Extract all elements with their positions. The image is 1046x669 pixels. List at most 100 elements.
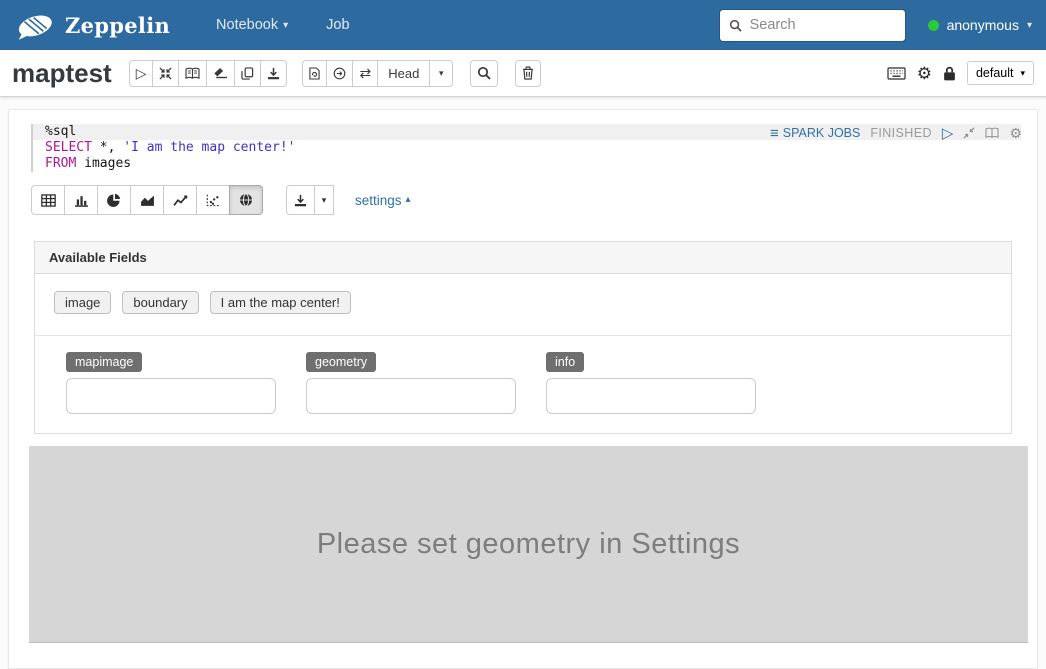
commit-version-button[interactable] (302, 60, 327, 87)
search-icon (729, 19, 742, 32)
map-canvas: Please set geometry in Settings (29, 446, 1028, 643)
pie-chart-icon (107, 193, 121, 207)
dropzone-input-geometry[interactable] (306, 378, 516, 414)
toggle-code-button[interactable] (152, 60, 179, 87)
table-icon (41, 194, 56, 207)
field-chip[interactable]: boundary (122, 291, 198, 314)
clone-icon (241, 67, 254, 80)
dropzone-input-info[interactable] (546, 378, 756, 414)
eraser-icon (213, 67, 228, 79)
download-data-button[interactable] (286, 185, 315, 215)
file-version-icon (309, 67, 320, 80)
code-line[interactable]: SELECT *, 'I am the map center!' (33, 140, 1021, 156)
viz-button-line-chart[interactable] (163, 185, 197, 215)
search-icon (477, 66, 491, 80)
viz-button-scatter-chart[interactable] (196, 185, 230, 215)
version-control-group: ⇄ Head ▾ (302, 60, 453, 87)
fields-panel: Available Fields image boundary I am the m… (34, 241, 1012, 434)
revert-circle-icon (333, 67, 346, 80)
shortcuts-keyboard-icon[interactable] (887, 67, 906, 80)
note-toolbar: maptest ▷ (0, 50, 1046, 97)
search-code-button[interactable] (470, 60, 498, 87)
paragraph-state-badge: FINISHED (870, 126, 932, 140)
book-icon (985, 127, 999, 139)
caret-down-icon: ▾ (439, 69, 444, 78)
paragraph-status-row: ≡ SPARK JOBS FINISHED ▷ ⚙ (770, 124, 1022, 142)
user-menu[interactable]: anonymous ▾ (928, 17, 1032, 33)
viz-button-map-globe[interactable] (229, 185, 263, 215)
brand-name: Zeppelin (65, 13, 170, 38)
user-name: anonymous (947, 17, 1019, 33)
run-all-button[interactable]: ▷ (129, 60, 154, 87)
viz-button-pie-chart[interactable] (97, 185, 131, 215)
search-input[interactable] (748, 16, 896, 34)
book-icon (185, 67, 200, 80)
paragraph-settings-gear-icon[interactable]: ⚙ (1009, 126, 1022, 140)
show-editor-button[interactable] (985, 127, 999, 139)
note-actions-group: ▷ (129, 60, 288, 87)
zeppelin-brand[interactable]: Zeppelin (14, 10, 170, 40)
set-revision-button[interactable] (326, 60, 353, 87)
toggle-output-button[interactable] (178, 60, 207, 87)
nav-item-notebook[interactable]: Notebook ▾ (216, 17, 288, 33)
download-data-group: ▾ (286, 185, 334, 215)
viz-button-table[interactable] (31, 185, 65, 215)
dropzone-input-mapimage[interactable] (66, 378, 276, 414)
note-title[interactable]: maptest (12, 58, 112, 89)
map-placeholder-message: Please set geometry in Settings (317, 528, 740, 561)
user-status-dot (928, 20, 939, 31)
compress-icon (963, 127, 975, 139)
viz-button-area-chart[interactable] (130, 185, 164, 215)
remove-note-button[interactable] (515, 60, 541, 87)
scatter-chart-icon (206, 194, 221, 207)
caret-down-icon: ▾ (322, 196, 327, 205)
nav-item-job[interactable]: Job (326, 17, 349, 33)
run-paragraph-button[interactable]: ▷ (942, 124, 954, 142)
dropzone-label: geometry (306, 352, 376, 372)
chart-type-group (31, 185, 263, 215)
zeppelin-logo-icon (14, 10, 56, 40)
code-line[interactable]: FROM images (33, 156, 1021, 172)
area-chart-icon (140, 194, 155, 207)
trash-icon (522, 66, 534, 80)
dropzone-info: info (546, 352, 756, 414)
dropzones-row: mapimage geometry info (35, 336, 1011, 433)
available-fields-row: image boundary I am the map center! (35, 274, 1011, 336)
chevron-down-icon: ▾ (283, 20, 288, 31)
revision-head-button[interactable]: Head (377, 60, 430, 87)
collapse-paragraph-button[interactable] (963, 127, 975, 139)
line-chart-icon (173, 194, 188, 207)
navbar-search-box[interactable] (719, 9, 906, 42)
bar-chart-icon (74, 194, 89, 207)
viz-button-bar-chart[interactable] (64, 185, 98, 215)
list-icon: ≡ (770, 125, 779, 142)
paragraph-card: ≡ SPARK JOBS FINISHED ▷ ⚙ %sqlSELECT *, … (8, 109, 1038, 669)
field-chip[interactable]: image (54, 291, 111, 314)
top-navbar: Zeppelin Notebook ▾ Job anonymous ▾ (0, 0, 1046, 50)
revision-dropdown-caret[interactable]: ▾ (429, 60, 453, 87)
permissions-lock-icon[interactable] (943, 66, 956, 81)
play-icon: ▷ (942, 124, 954, 142)
caret-down-icon: ▾ (1020, 69, 1025, 78)
field-chip[interactable]: I am the map center! (210, 291, 351, 314)
compress-icon (159, 67, 172, 80)
interpreter-gear-icon[interactable]: ⚙ (917, 65, 932, 82)
export-note-button[interactable] (260, 60, 287, 87)
settings-toggle-link[interactable]: settings ▴ (355, 193, 411, 208)
dropzone-label: mapimage (66, 352, 142, 372)
clear-output-button[interactable] (206, 60, 235, 87)
display-mode-dropdown[interactable]: default ▾ (967, 61, 1034, 85)
visualization-row: ▾ settings ▴ (31, 185, 1021, 215)
fields-panel-title: Available Fields (35, 242, 1011, 274)
dropzone-geometry: geometry (306, 352, 516, 414)
globe-icon (239, 193, 253, 207)
dropzone-mapimage: mapimage (66, 352, 276, 414)
download-icon (267, 67, 280, 80)
download-icon (294, 194, 307, 207)
spark-jobs-link[interactable]: ≡ SPARK JOBS (770, 125, 860, 142)
download-dropdown-caret[interactable]: ▾ (314, 185, 334, 215)
dropzone-label: info (546, 352, 584, 372)
chevron-down-icon: ▾ (1027, 20, 1032, 31)
compare-revisions-button[interactable]: ⇄ (352, 60, 378, 87)
clone-note-button[interactable] (234, 60, 261, 87)
